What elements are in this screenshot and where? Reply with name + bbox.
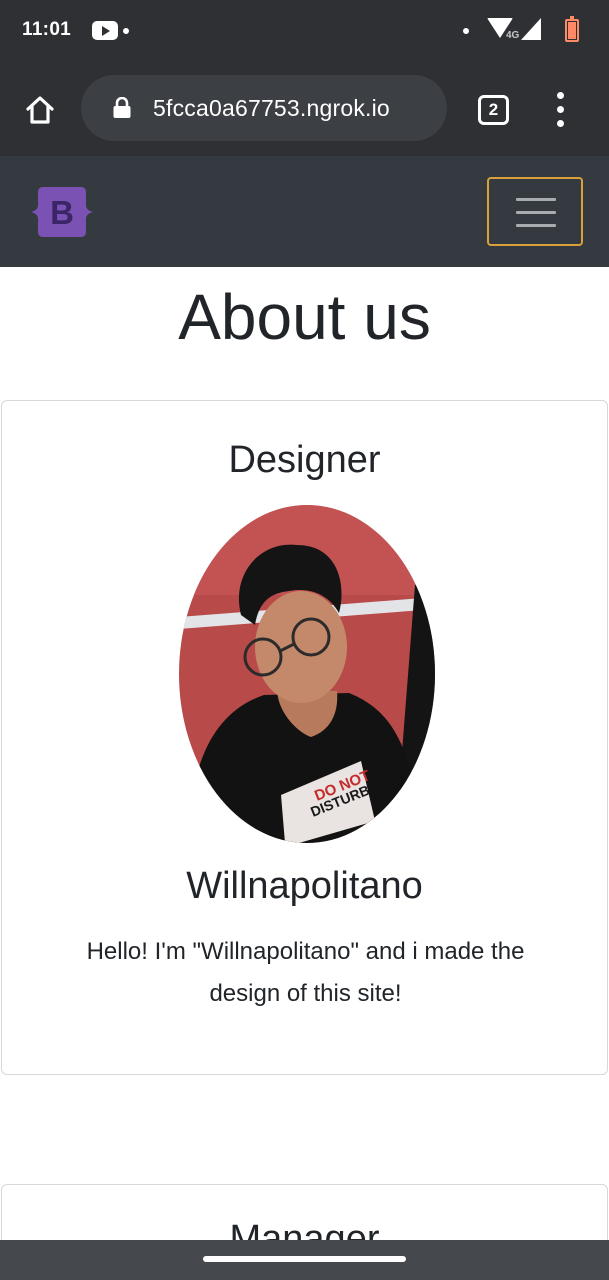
gesture-handle[interactable] bbox=[203, 1256, 406, 1262]
page-title: About us bbox=[178, 281, 431, 353]
battery-charging-icon bbox=[565, 16, 579, 42]
home-icon bbox=[26, 96, 54, 124]
lock-icon bbox=[113, 97, 131, 118]
status-bar: 11:01 4G bbox=[0, 0, 609, 62]
team-card: Designer DO NOT DISTURB Willnapolitano H… bbox=[1, 400, 608, 1075]
brand-letter: B bbox=[50, 194, 74, 231]
profile-photo: DO NOT DISTURB bbox=[179, 505, 435, 843]
menu-dot-icon bbox=[557, 92, 564, 99]
card-description: Hello! I'm "Willnapolitano" and i made t… bbox=[86, 938, 525, 1007]
network-type-label: 4G bbox=[506, 30, 520, 41]
menu-dot-icon bbox=[557, 120, 564, 127]
status-time: 11:01 bbox=[22, 19, 72, 40]
site-navbar: B bbox=[0, 156, 609, 267]
card-role: Designer bbox=[228, 439, 381, 481]
home-button[interactable] bbox=[20, 90, 60, 130]
gesture-navigation-bar bbox=[0, 1240, 609, 1280]
browser-menu-button[interactable] bbox=[552, 92, 570, 128]
status-icons: 4G bbox=[463, 16, 593, 46]
card-name: Willnapolitano bbox=[186, 865, 423, 907]
browser-toolbar: 5fcca0a67753.ngrok.io 2 bbox=[0, 62, 609, 156]
cell-signal-icon bbox=[521, 18, 541, 40]
hamburger-line-icon bbox=[516, 198, 556, 201]
hamburger-line-icon bbox=[516, 211, 556, 214]
notification-dot-icon bbox=[463, 28, 469, 34]
notification-dot-icon bbox=[123, 28, 129, 34]
navbar-toggler-button[interactable] bbox=[487, 177, 583, 246]
menu-dot-icon bbox=[557, 106, 564, 113]
url-text: 5fcca0a67753.ngrok.io bbox=[153, 95, 390, 121]
tab-switcher-button[interactable]: 2 bbox=[478, 95, 509, 125]
bootstrap-logo-icon[interactable]: B bbox=[29, 185, 95, 239]
address-bar[interactable]: 5fcca0a67753.ngrok.io bbox=[81, 75, 447, 141]
youtube-notification-icon bbox=[92, 21, 118, 40]
hamburger-line-icon bbox=[516, 224, 556, 227]
